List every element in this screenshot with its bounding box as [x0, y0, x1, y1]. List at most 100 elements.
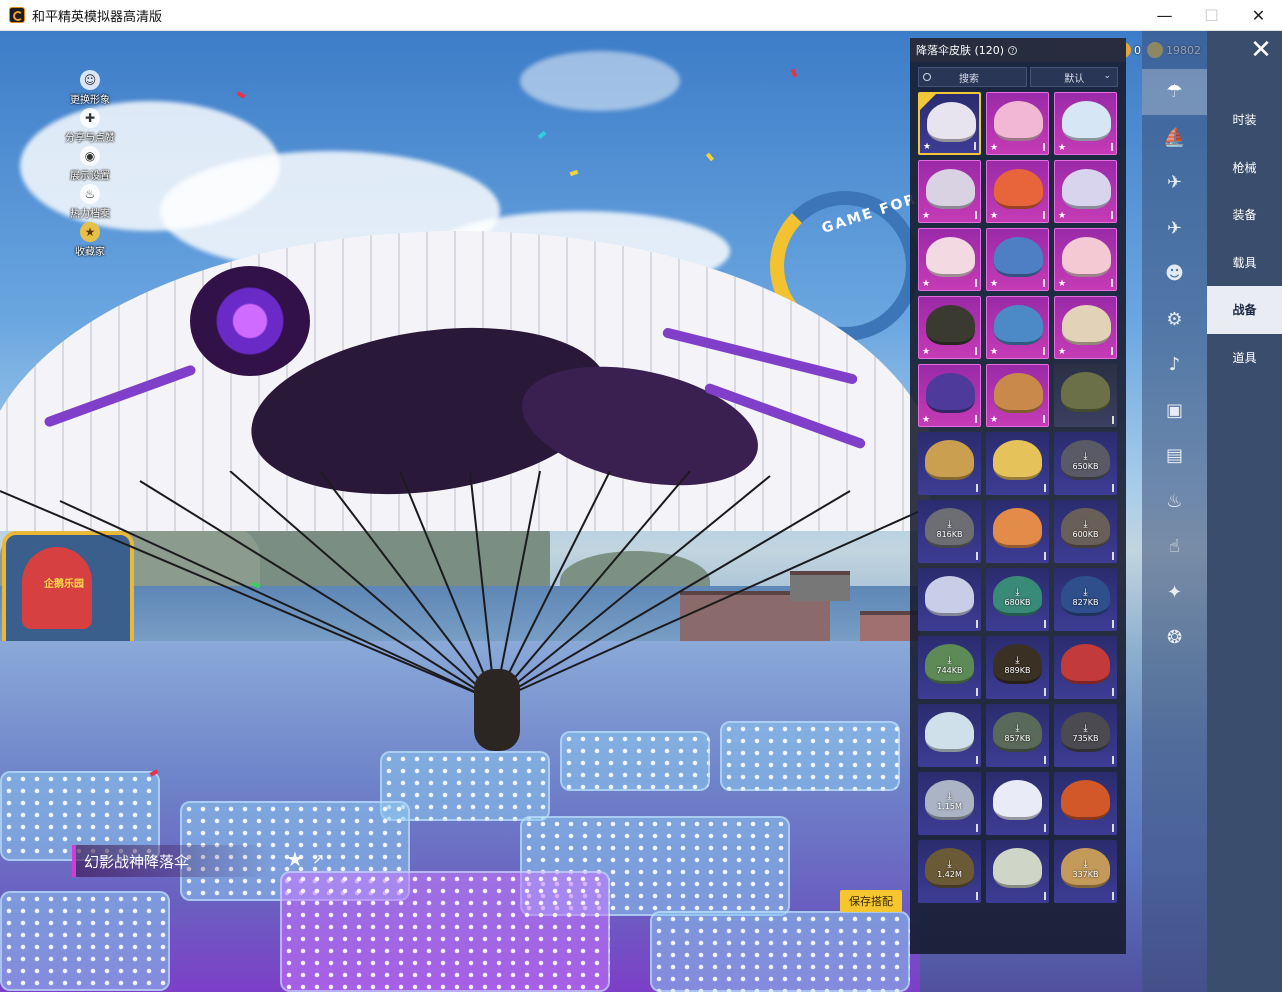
skin-item[interactable]: ⤓ 816KB [918, 500, 981, 563]
skin-item[interactable]: ★ [1054, 92, 1117, 155]
parachute-thumbnail [925, 576, 974, 616]
skin-item[interactable] [986, 500, 1049, 563]
rarity-bar [976, 552, 978, 560]
skin-item[interactable] [1054, 636, 1117, 699]
tab-4[interactable]: 战备 [1207, 286, 1282, 334]
skin-item[interactable]: ★ [1054, 228, 1117, 291]
collector-button[interactable]: ★ 收藏家 [60, 222, 120, 260]
floor-tile [280, 871, 610, 992]
rail-emote[interactable]: ☻ [1142, 251, 1207, 297]
skin-item[interactable] [918, 704, 981, 767]
skin-item[interactable]: ★ [918, 296, 981, 359]
skin-item[interactable]: ★ [986, 364, 1049, 427]
skin-item[interactable]: ⤓ 889KB [986, 636, 1049, 699]
skin-item[interactable]: ⤓ 857KB [986, 704, 1049, 767]
skin-item[interactable]: ★ [1054, 160, 1117, 223]
skin-item[interactable]: ★ [1054, 296, 1117, 359]
owned-star-icon: ★ [990, 143, 999, 153]
skin-item[interactable]: ★ [918, 160, 981, 223]
skin-item[interactable]: ★ [986, 296, 1049, 359]
skin-item[interactable]: ★ [918, 92, 981, 155]
share-skin-button[interactable]: ↗ [312, 850, 332, 870]
canopy-eye-emblem [190, 266, 310, 376]
rail-pet[interactable]: ❂ [1142, 615, 1207, 661]
skin-item[interactable]: ⤓ 744KB [918, 636, 981, 699]
rarity-bar [1112, 892, 1114, 900]
close-panel-button[interactable]: ✕ [1246, 37, 1276, 65]
rail-boat[interactable]: ⛵ [1142, 115, 1207, 161]
skin-item[interactable]: ⤓ 680KB [986, 568, 1049, 631]
help-icon[interactable]: ? [1008, 45, 1018, 55]
parachute-thumbnail [1062, 169, 1111, 209]
tab-0[interactable]: 时装 [1207, 96, 1282, 144]
rail-spray[interactable]: ♨ [1142, 479, 1207, 525]
rail-drone[interactable]: ✈ [1142, 160, 1207, 206]
change-avatar-button[interactable]: ☺ 更换形象 [60, 70, 120, 108]
skin-item[interactable] [1054, 772, 1117, 835]
skin-item[interactable] [986, 772, 1049, 835]
favorite-star-button[interactable]: ★ [286, 848, 308, 870]
owned-star-icon: ★ [922, 279, 931, 289]
rail-speaker[interactable]: ♪ [1142, 342, 1207, 388]
skin-item[interactable]: ⤓ 1.15M [918, 772, 981, 835]
rail-robot[interactable]: ⚙ [1142, 297, 1207, 343]
rail-parachute[interactable]: ☂ [1142, 69, 1207, 115]
maximize-button[interactable]: ☐ [1188, 0, 1235, 31]
minimize-button[interactable]: — [1141, 0, 1188, 31]
tab-3[interactable]: 载具 [1207, 239, 1282, 287]
download-icon: ⤓ [947, 791, 952, 802]
speaker-icon: ♪ [1168, 354, 1181, 376]
skin-item[interactable]: ⤓ 1.42M [918, 840, 981, 903]
parachute-thumbnail [1062, 101, 1111, 141]
skin-item[interactable]: ⤓ 735KB [1054, 704, 1117, 767]
search-input[interactable]: 搜索 [918, 67, 1028, 87]
rarity-bar [976, 620, 978, 628]
download-icon: ⤓ [1083, 519, 1088, 530]
rail-plane[interactable]: ✈ [1142, 206, 1207, 252]
display-settings-button[interactable]: ◉ 展示设置 [60, 146, 120, 184]
rarity-bar [1112, 688, 1114, 696]
confetti [569, 169, 579, 177]
skin-item[interactable] [1054, 364, 1117, 427]
skin-item[interactable]: ⤓ 337KB [1054, 840, 1117, 903]
download-icon: ⤓ [1083, 723, 1088, 734]
download-size: ⤓ 680KB [986, 588, 1049, 608]
sort-dropdown[interactable]: 默认 ⌄ [1030, 67, 1118, 87]
skin-item[interactable]: ★ [986, 92, 1049, 155]
skin-item[interactable] [986, 432, 1049, 495]
download-size-label: 735KB [1072, 734, 1099, 743]
skin-item[interactable]: ★ [918, 228, 981, 291]
download-size-label: 650KB [1072, 462, 1099, 471]
close-window-button[interactable]: ✕ [1235, 0, 1282, 31]
cloud [520, 51, 680, 111]
tab-5[interactable]: 道具 [1207, 334, 1282, 382]
tab-2[interactable]: 装备 [1207, 191, 1282, 239]
rail-picture[interactable]: ▤ [1142, 433, 1207, 479]
search-icon [923, 73, 931, 81]
skin-item[interactable]: ★ [986, 228, 1049, 291]
skin-item[interactable]: ⤓ 827KB [1054, 568, 1117, 631]
download-size-label: 600KB [1072, 530, 1099, 539]
heat-profile-button[interactable]: ♨ 热力档案 [60, 184, 120, 222]
parachute-thumbnail [926, 305, 975, 345]
rail-sticker[interactable]: ▣ [1142, 388, 1207, 434]
collector-badge-icon: ★ [80, 222, 100, 242]
parachute-thumbnail [994, 237, 1043, 277]
skin-item[interactable]: ★ [986, 160, 1049, 223]
rail-sparkle[interactable]: ✦ [1142, 570, 1207, 616]
tab-1[interactable]: 枪械 [1207, 144, 1282, 192]
share-like-button[interactable]: ✚ 分享与点赞 [60, 108, 120, 146]
rail-hand[interactable]: ☝ [1142, 524, 1207, 570]
owned-star-icon: ★ [1058, 347, 1067, 357]
skin-item[interactable]: ⤓ 600KB [1054, 500, 1117, 563]
skin-item[interactable]: ★ [918, 364, 981, 427]
skin-item[interactable] [918, 432, 981, 495]
download-size-label: 1.42M [937, 870, 962, 879]
skin-item[interactable] [918, 568, 981, 631]
rarity-bar [1112, 416, 1114, 424]
skin-item[interactable] [986, 840, 1049, 903]
skin-item[interactable]: ⤓ 650KB [1054, 432, 1117, 495]
save-outfit-button[interactable]: 保存搭配 [840, 890, 902, 912]
rarity-bar [1044, 824, 1046, 832]
owned-star-icon: ★ [990, 211, 999, 221]
